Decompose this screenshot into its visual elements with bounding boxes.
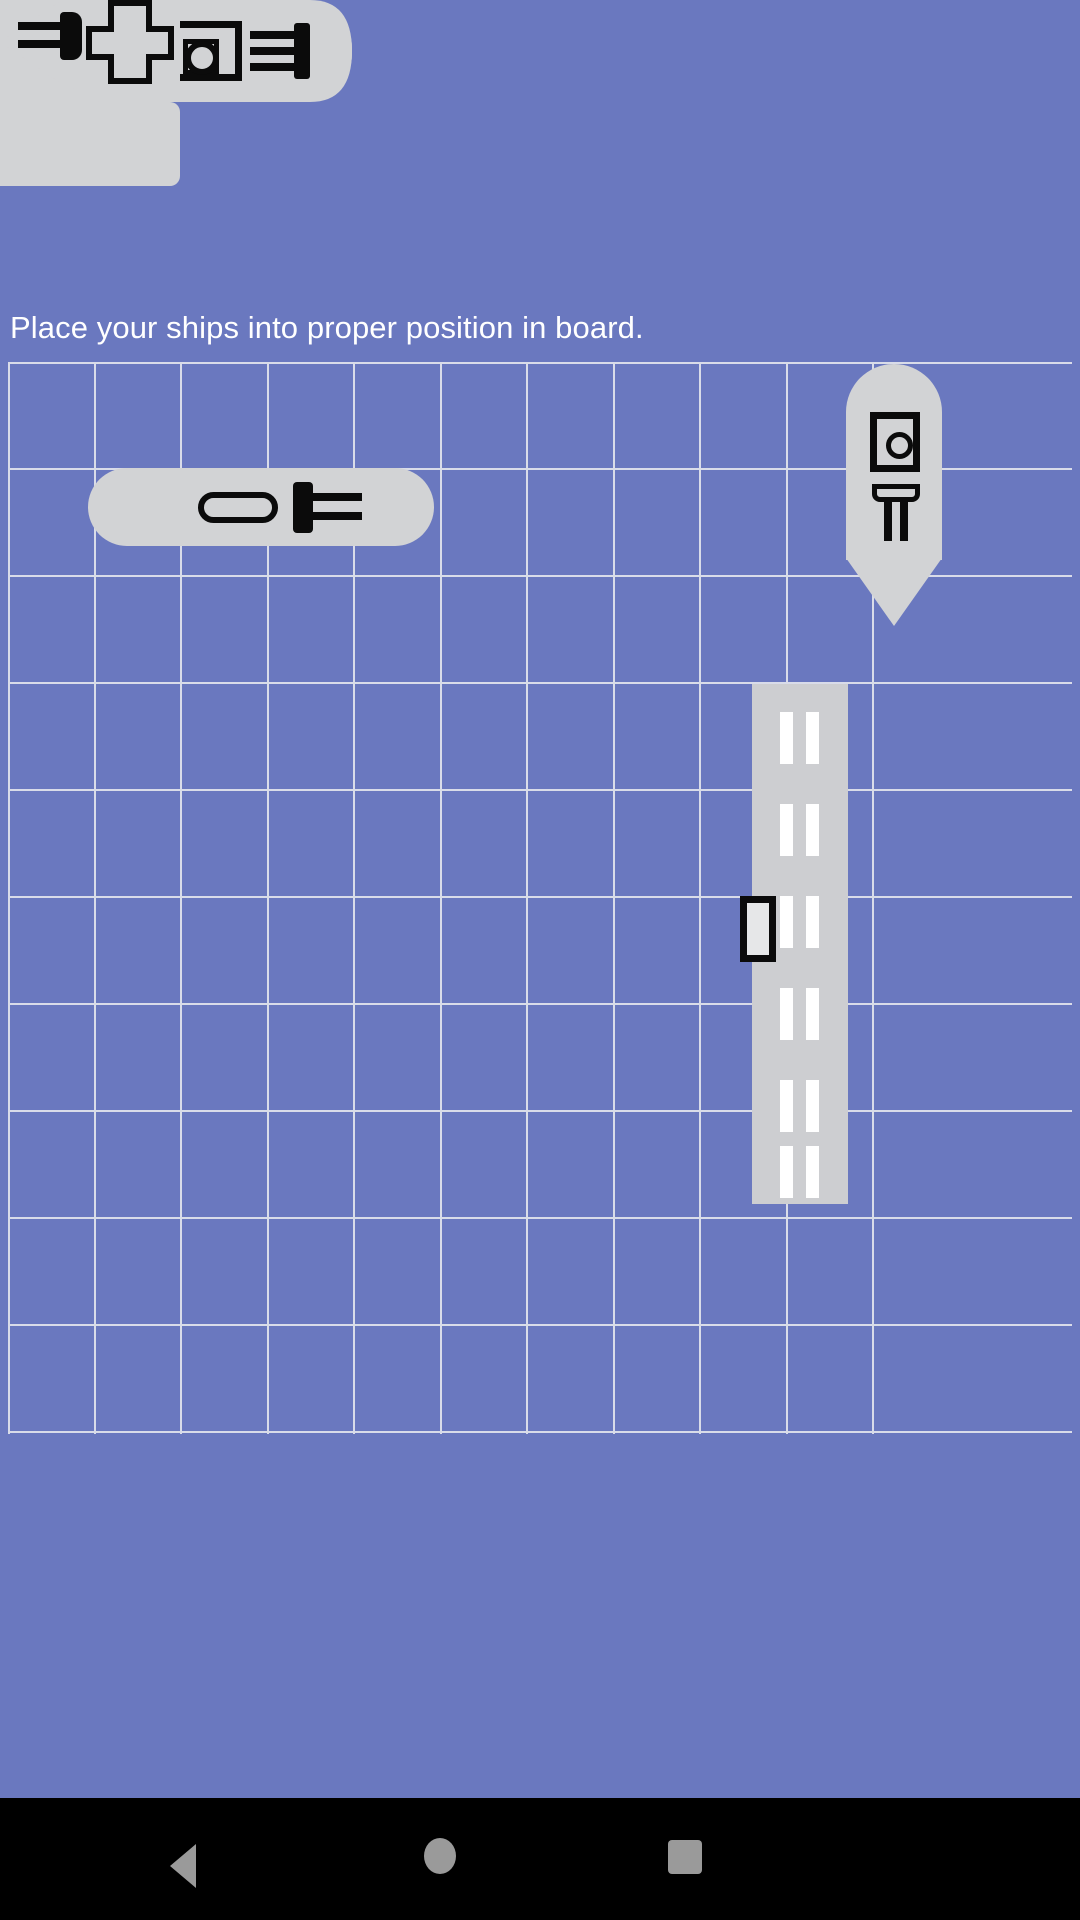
grid-line-h [8, 896, 1072, 898]
grid-line-v [8, 362, 10, 1434]
ship-cruiser[interactable] [0, 0, 180, 186]
android-navigation-bar [0, 1798, 1080, 1920]
back-triangle-icon[interactable] [170, 1844, 196, 1888]
turret-barrel-icon [884, 501, 892, 541]
ship-placement-screen: Place your ships into proper position in… [0, 0, 1080, 1920]
turret-barrel-icon [18, 40, 64, 48]
radar-dish-icon [886, 432, 913, 459]
runway-dash-icon [780, 896, 793, 948]
runway-dash-icon [806, 1146, 819, 1198]
bow-icon [846, 558, 942, 626]
radar-dish-icon [185, 41, 219, 75]
instruction-text: Place your ships into proper position in… [10, 310, 644, 345]
grid-line-h [8, 1431, 1072, 1433]
grid-line-v [699, 362, 701, 1434]
radar-box-icon [870, 412, 920, 472]
turret-barrel-icon [310, 493, 362, 501]
grid-line-h [8, 1110, 1072, 1112]
ship-carrier[interactable] [740, 684, 848, 1204]
turret-base-icon [294, 23, 310, 79]
runway-dash-icon [780, 804, 793, 856]
turret-barrel-icon [250, 31, 296, 39]
ship-destroyer[interactable] [846, 364, 942, 626]
turret-base-icon [60, 12, 82, 60]
grid-line-h [8, 1324, 1072, 1326]
grid-line-h [8, 1217, 1072, 1219]
home-circle-icon[interactable] [424, 1838, 456, 1874]
cross-icon-fill [114, 6, 146, 78]
runway-dash-icon [806, 712, 819, 764]
grid-line-h [8, 1003, 1072, 1005]
grid-line-h [8, 789, 1072, 791]
grid-line-h [8, 682, 1072, 684]
turret-barrel-icon [250, 63, 296, 71]
runway-dash-icon [806, 988, 819, 1040]
turret-barrel-icon [900, 501, 908, 541]
grid-line-v [613, 362, 615, 1434]
grid-line-v [526, 362, 528, 1434]
runway-dash-icon [806, 1080, 819, 1132]
runway-dash-icon [806, 804, 819, 856]
submarine-hull-icon [198, 492, 278, 523]
turret-2-barrel-icon [293, 482, 313, 533]
runway-dash-icon [780, 1146, 793, 1198]
runway-dash-icon [780, 988, 793, 1040]
turret-barrel-icon [18, 22, 64, 30]
recents-square-icon[interactable] [668, 1840, 702, 1874]
ship-submarine[interactable] [88, 468, 434, 546]
grid-line-v [440, 362, 442, 1434]
marker-box-icon [740, 896, 776, 962]
runway-dash-icon [780, 712, 793, 764]
runway-dash-icon [806, 896, 819, 948]
runway-dash-icon [780, 1080, 793, 1132]
grid-line-h [8, 362, 1072, 364]
controls-bar: Random Ready [0, 1434, 1080, 1574]
turret-barrel-icon [250, 47, 296, 55]
turret-barrel-icon [310, 512, 362, 520]
turret-base-icon [872, 484, 920, 502]
